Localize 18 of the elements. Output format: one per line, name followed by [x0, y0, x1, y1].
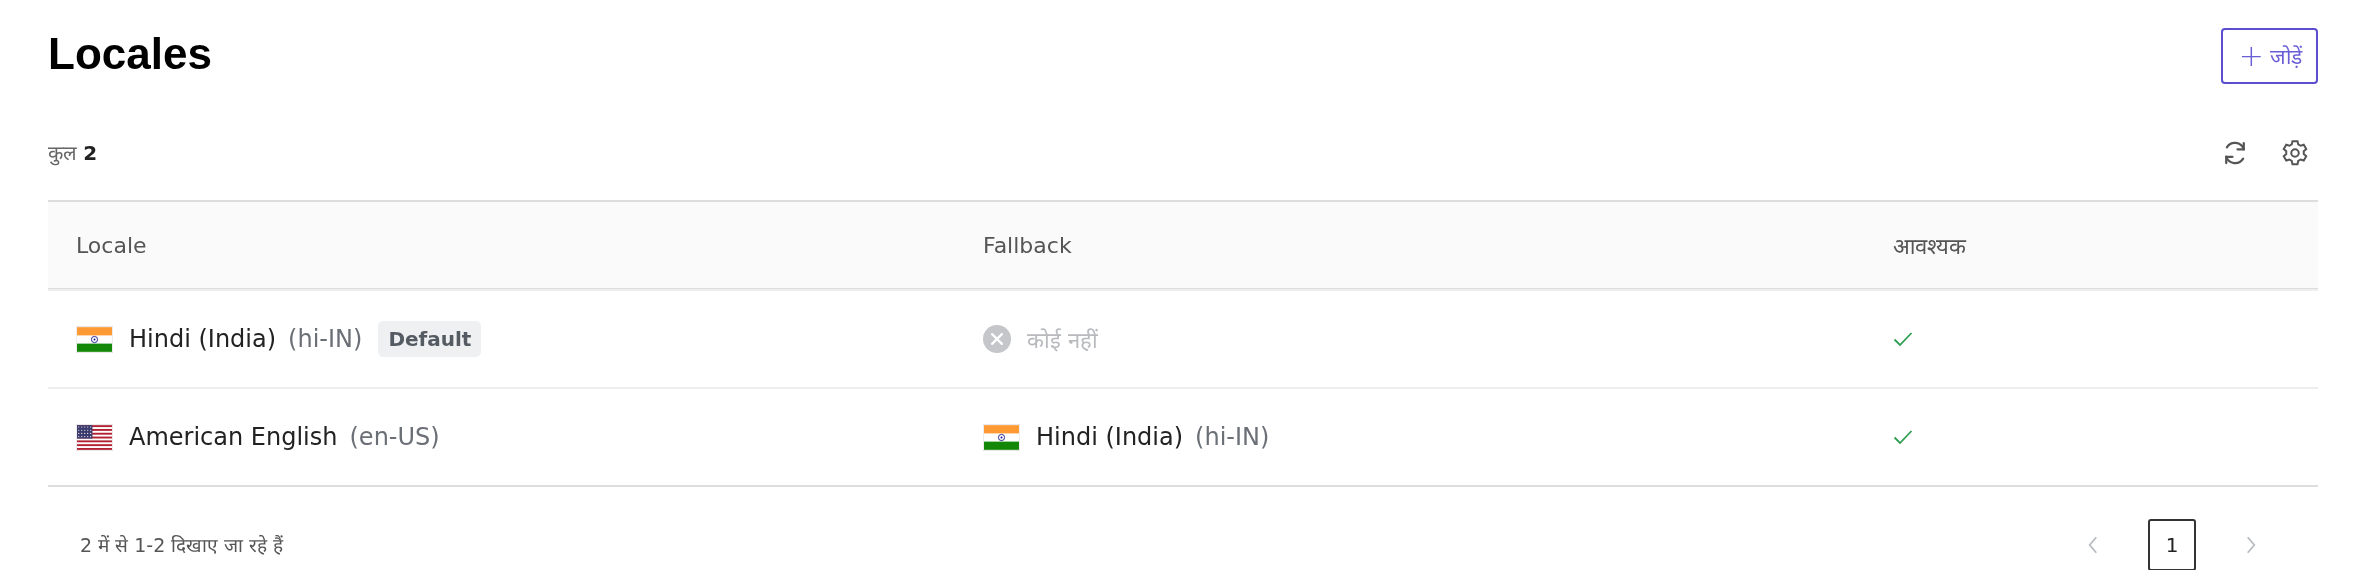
column-header: आवश्यक [1892, 233, 1968, 260]
page-title: Locales [48, 28, 212, 76]
page-button[interactable]: 1 [2148, 519, 2196, 570]
none-icon [983, 325, 1011, 353]
fallback-locale-code: (hi-IN) [1195, 423, 1270, 451]
add-button[interactable]: + जोड़ें [2220, 28, 2318, 84]
locale-code: (hi-IN) [288, 325, 363, 353]
fallback-none: कोई नहीं [1027, 327, 1098, 354]
locale-code: (en-US) [349, 423, 440, 451]
default-badge: Default [378, 321, 482, 357]
column-header: Locale [75, 232, 148, 258]
locale-name: American English [129, 423, 338, 451]
results-summary: 2 में से 1-2 दिखाए जा रहे हैं [80, 533, 284, 558]
fallback-locale-name: Hindi (India) [1036, 423, 1184, 451]
settings-icon[interactable] [2280, 137, 2310, 168]
column-header: Fallback [982, 232, 1073, 258]
total-count: कुल 2 [48, 140, 98, 166]
locale-name: Hindi (India) [129, 325, 277, 353]
